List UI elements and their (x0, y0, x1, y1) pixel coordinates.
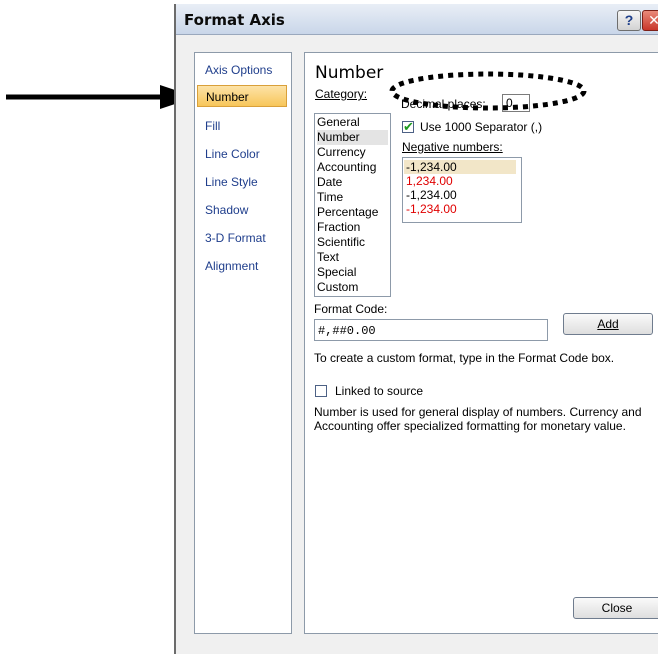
list-item[interactable]: -1,234.00 (406, 188, 457, 202)
nav-item-axis-options[interactable]: Axis Options (205, 63, 272, 77)
format-code-label: Format Code: (314, 302, 388, 316)
negative-numbers-label: Negative numbers: (402, 140, 503, 154)
number-panel: Number Category: General Number Currency… (304, 52, 658, 634)
list-item[interactable]: Currency (317, 145, 366, 160)
negative-numbers-list[interactable]: -1,234.00 1,234.00 -1,234.00 -1,234.00 (402, 157, 522, 223)
nav-item-number[interactable]: Number (197, 85, 287, 107)
linked-to-source-label: Linked to source (335, 384, 424, 398)
number-description: Number is used for general display of nu… (314, 405, 642, 433)
linked-to-source-checkbox[interactable] (315, 385, 327, 397)
list-item[interactable]: -1,234.00 (406, 202, 457, 216)
nav-item-shadow[interactable]: Shadow (205, 203, 248, 217)
list-item[interactable]: Fraction (317, 220, 360, 235)
use-separator-label: Use 1000 Separator (,) (420, 120, 543, 134)
category-nav: Axis Options Number Fill Line Color Line… (194, 52, 292, 634)
list-item[interactable]: General (317, 115, 360, 130)
nav-item-line-style[interactable]: Line Style (205, 175, 258, 189)
list-item[interactable]: Time (317, 190, 343, 205)
nav-item-3d-format[interactable]: 3-D Format (205, 231, 266, 245)
pointer-arrow-icon (6, 85, 196, 109)
list-item[interactable]: Date (317, 175, 342, 190)
use-separator-checkbox[interactable]: ✔ (402, 119, 414, 134)
add-button[interactable]: Add (563, 313, 653, 335)
list-item[interactable]: Special (317, 265, 356, 280)
list-item[interactable]: Text (317, 250, 339, 265)
category-label: Category: (315, 87, 368, 101)
panel-title: Number (315, 63, 384, 83)
highlight-callout (389, 71, 587, 111)
category-list[interactable]: General Number Currency Accounting Date … (314, 113, 391, 297)
list-item[interactable]: Number (317, 130, 388, 145)
custom-format-hint: To create a custom format, type in the F… (314, 351, 615, 365)
close-button[interactable]: Close (573, 597, 658, 619)
nav-item-line-color[interactable]: Line Color (205, 147, 260, 161)
list-item[interactable]: -1,234.00 (404, 160, 516, 174)
list-item[interactable]: Custom (317, 280, 358, 295)
format-code-input[interactable]: #,##0.00 (314, 319, 548, 341)
nav-item-fill[interactable]: Fill (205, 119, 220, 133)
help-button[interactable]: ? (617, 10, 641, 31)
checkmark-icon: ✔ (403, 119, 414, 134)
list-item[interactable]: Accounting (317, 160, 376, 175)
close-icon[interactable]: ✕ (642, 10, 658, 31)
list-item[interactable]: Percentage (317, 205, 378, 220)
nav-item-alignment[interactable]: Alignment (205, 259, 258, 273)
title-bar: Format Axis ? ✕ (176, 4, 658, 35)
list-item[interactable]: 1,234.00 (406, 174, 453, 188)
dialog-title: Format Axis (184, 11, 285, 29)
list-item[interactable]: Scientific (317, 235, 365, 250)
